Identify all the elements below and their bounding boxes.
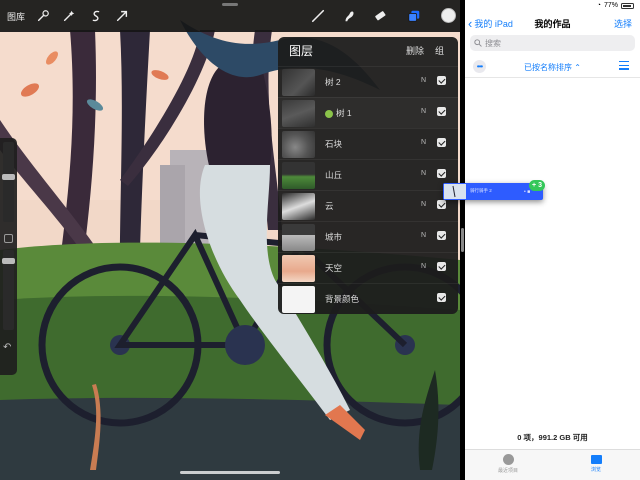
tab-label: 浏览 xyxy=(590,467,601,473)
sort-button[interactable]: 已按名称排序 ⌃ xyxy=(465,62,640,73)
layer-row[interactable]: 背景颜色 xyxy=(278,283,458,314)
layer-thumbnail xyxy=(282,69,315,96)
layer-row[interactable]: 城市 N xyxy=(278,221,458,252)
visibility-checkbox[interactable] xyxy=(437,138,446,147)
files-app: ◔ 77% ‹ 我的 iPad 我的作品 选择 搜索 ••• 已按名称排序 ⌃ … xyxy=(465,0,640,480)
layer-thumbnail xyxy=(282,193,315,220)
search-placeholder: 搜索 xyxy=(485,38,501,48)
layer-thumbnail xyxy=(282,162,315,189)
blend-mode[interactable]: N xyxy=(421,170,426,177)
select-button[interactable]: 选择 xyxy=(614,17,632,30)
chevron-up-icon: ⌃ xyxy=(574,63,581,72)
search-input[interactable]: 搜索 xyxy=(470,35,635,51)
visibility-checkbox[interactable] xyxy=(437,169,446,178)
sort-label: 已按名称排序 xyxy=(524,63,573,72)
layer-row[interactable]: 天空 N xyxy=(278,252,458,283)
home-indicator[interactable] xyxy=(180,471,280,474)
plus-icon: + xyxy=(532,182,537,189)
layer-thumbnail xyxy=(282,224,315,251)
blend-mode[interactable]: N xyxy=(421,232,426,239)
layer-name: 树 2 xyxy=(325,77,341,87)
layers-icon[interactable] xyxy=(407,7,421,25)
brush-size-slider[interactable] xyxy=(3,142,14,222)
visibility-checkbox[interactable] xyxy=(437,231,446,240)
layer-name-text: 树 1 xyxy=(336,108,352,118)
transform-arrow-icon[interactable] xyxy=(115,7,129,25)
divider xyxy=(465,77,640,78)
sidebar-sliders: ↶ xyxy=(0,138,17,375)
layer-name: 背景颜色 xyxy=(325,294,360,304)
visibility-checkbox[interactable] xyxy=(437,76,446,85)
blend-mode[interactable]: N xyxy=(421,139,426,146)
list-view-icon[interactable] xyxy=(619,61,629,70)
modify-button[interactable] xyxy=(4,234,13,243)
magic-wand-icon[interactable] xyxy=(62,7,76,25)
color-swatch[interactable] xyxy=(441,8,456,23)
layer-row[interactable]: 石块 N xyxy=(278,128,458,159)
layer-name: 石块 xyxy=(325,139,343,149)
visibility-checkbox[interactable] xyxy=(437,293,446,302)
layer-name: 云 xyxy=(325,201,334,211)
blend-mode[interactable]: N xyxy=(421,201,426,208)
selection-icon[interactable] xyxy=(89,7,103,25)
drag-dot-icon: • ■ xyxy=(524,189,531,195)
layer-thumbnail xyxy=(282,286,315,313)
gallery-button[interactable]: 图库 xyxy=(7,7,25,25)
search-icon xyxy=(474,39,482,47)
layer-thumbnail xyxy=(282,255,315,282)
storage-summary: 0 项，991.2 GB 可用 xyxy=(517,433,588,442)
badge-count: 3 xyxy=(538,182,542,189)
undo-icon[interactable]: ↶ xyxy=(3,342,11,353)
visibility-checkbox[interactable] xyxy=(437,200,446,209)
folder-icon xyxy=(590,455,602,464)
layer-row[interactable]: 树 2 N xyxy=(278,66,458,97)
smudge-icon[interactable] xyxy=(342,7,356,25)
wrench-icon[interactable] xyxy=(36,7,50,25)
layer-name: 山丘 xyxy=(325,170,343,180)
layer-row[interactable]: 云 N xyxy=(278,190,458,221)
visibility-checkbox[interactable] xyxy=(437,107,446,116)
drag-thumbnail xyxy=(444,184,466,199)
battery-percent: 77% xyxy=(603,2,618,9)
layer-thumbnail xyxy=(282,100,315,127)
tab-browse[interactable]: 浏览 xyxy=(576,454,616,473)
blend-mode[interactable]: N xyxy=(421,263,426,270)
layer-name: 天空 xyxy=(325,263,343,273)
visibility-checkbox[interactable] xyxy=(437,262,446,271)
layer-row[interactable]: 树 1 N xyxy=(278,97,458,128)
blend-mode[interactable]: N xyxy=(421,108,426,115)
layers-title: 图层 xyxy=(289,44,314,58)
battery-icon xyxy=(621,2,634,9)
procreate-app: 图库 ↶ 图层 删除 组 树 2 N 树 1 N 石块 N 山丘 N 云 N 城… xyxy=(0,0,460,480)
group-button[interactable]: 组 xyxy=(435,44,444,57)
tab-recents[interactable]: 最近项目 xyxy=(488,454,528,474)
tab-label: 最近项目 xyxy=(497,468,518,474)
delete-button[interactable]: 删除 xyxy=(406,44,424,57)
layer-thumbnail xyxy=(282,131,315,158)
toolbar-grabber[interactable] xyxy=(222,3,238,6)
layers-panel: 图层 删除 组 树 2 N 树 1 N 石块 N 山丘 N 云 N 城市 N 天… xyxy=(278,37,458,314)
layer-name: 树 1 xyxy=(325,107,352,119)
split-view-screen: 图库 ↶ 图层 删除 组 树 2 N 树 1 N 石块 N 山丘 N 云 N 城… xyxy=(0,0,640,480)
status-bar: ◔ 77% xyxy=(597,2,634,9)
leaf-icon xyxy=(325,109,333,118)
opacity-knob[interactable] xyxy=(2,258,15,264)
wifi-icon: ◔ xyxy=(596,2,601,9)
top-toolbar: 图库 xyxy=(0,0,460,32)
blend-mode[interactable]: N xyxy=(421,77,426,84)
drag-preview[interactable]: 骑行骑手 2 • ■ xyxy=(443,183,543,200)
split-view-handle[interactable] xyxy=(461,228,464,252)
drag-label: 骑行骑手 2 xyxy=(470,188,492,193)
tab-bar: 最近项目 浏览 xyxy=(465,449,640,480)
layer-row[interactable]: 山丘 N xyxy=(278,159,458,190)
eraser-icon[interactable] xyxy=(373,7,387,25)
brush-size-knob[interactable] xyxy=(2,174,15,180)
drag-count-badge: + 3 xyxy=(529,180,545,191)
brush-icon[interactable] xyxy=(311,7,325,25)
clock-icon xyxy=(502,454,514,465)
layer-name: 城市 xyxy=(325,232,343,242)
